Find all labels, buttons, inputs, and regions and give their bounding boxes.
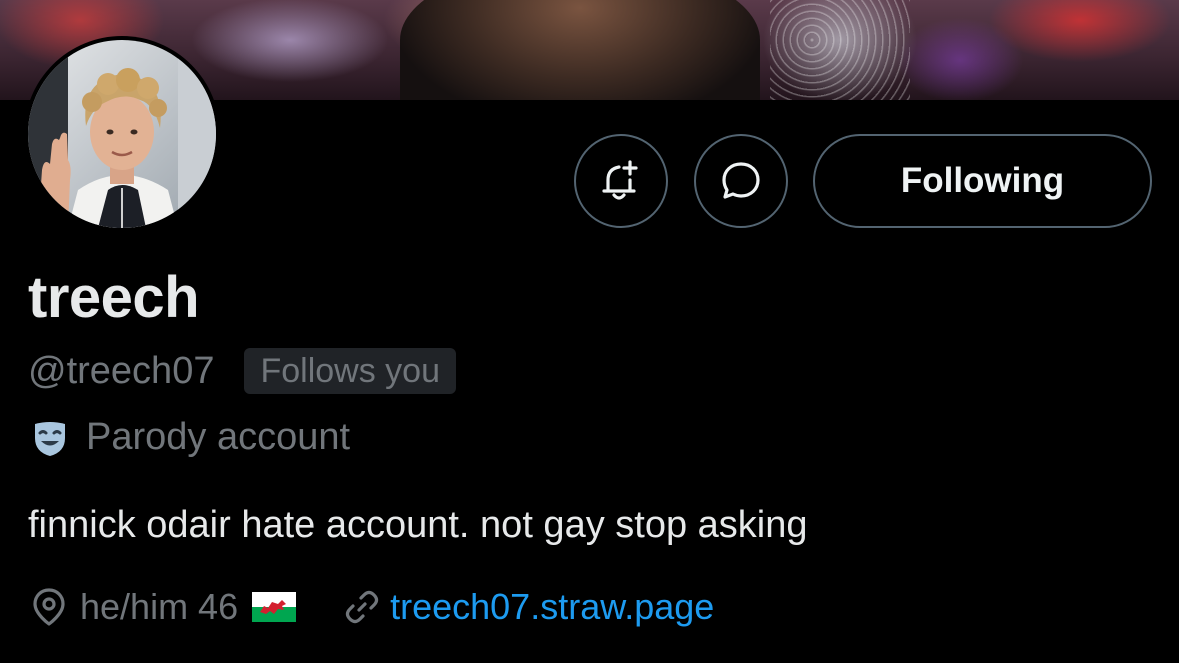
banner-glitter: [770, 0, 910, 100]
display-name: treech: [28, 265, 200, 330]
profile-bio: finnick odair hate account. not gay stop…: [28, 504, 808, 546]
notify-button[interactable]: [574, 134, 668, 228]
message-bubble-icon: [722, 162, 760, 199]
handle-row: @treech07 Follows you: [28, 348, 456, 394]
follows-you-badge: Follows you: [244, 348, 456, 394]
link-icon: [346, 590, 379, 624]
profile-page: Following treech @treech07 Follows you P…: [0, 0, 1179, 663]
location-item: he/him 46: [30, 586, 297, 628]
following-button[interactable]: Following: [813, 134, 1152, 228]
avatar-photo: [28, 40, 216, 228]
bell-plus-icon: [602, 160, 638, 200]
location-pin-icon: [33, 588, 65, 626]
avatar[interactable]: [24, 36, 220, 232]
parody-mask-icon: [35, 421, 65, 456]
user-handle: @treech07: [28, 349, 215, 392]
banner-figure: [400, 0, 760, 100]
profile-meta: he/him 46 treech07.straw.page: [30, 586, 714, 628]
following-button-label: Following: [900, 161, 1065, 200]
website-link[interactable]: treech07.straw.page: [344, 586, 714, 628]
parody-account-label: Parody account: [86, 416, 351, 458]
location-text: he/him 46: [80, 586, 239, 627]
wales-flag-icon: [252, 592, 297, 622]
message-button[interactable]: [694, 134, 788, 228]
parody-label-row: Parody account: [30, 416, 350, 459]
avatar-image: [28, 40, 216, 228]
website-link-text[interactable]: treech07.straw.page: [390, 586, 714, 628]
